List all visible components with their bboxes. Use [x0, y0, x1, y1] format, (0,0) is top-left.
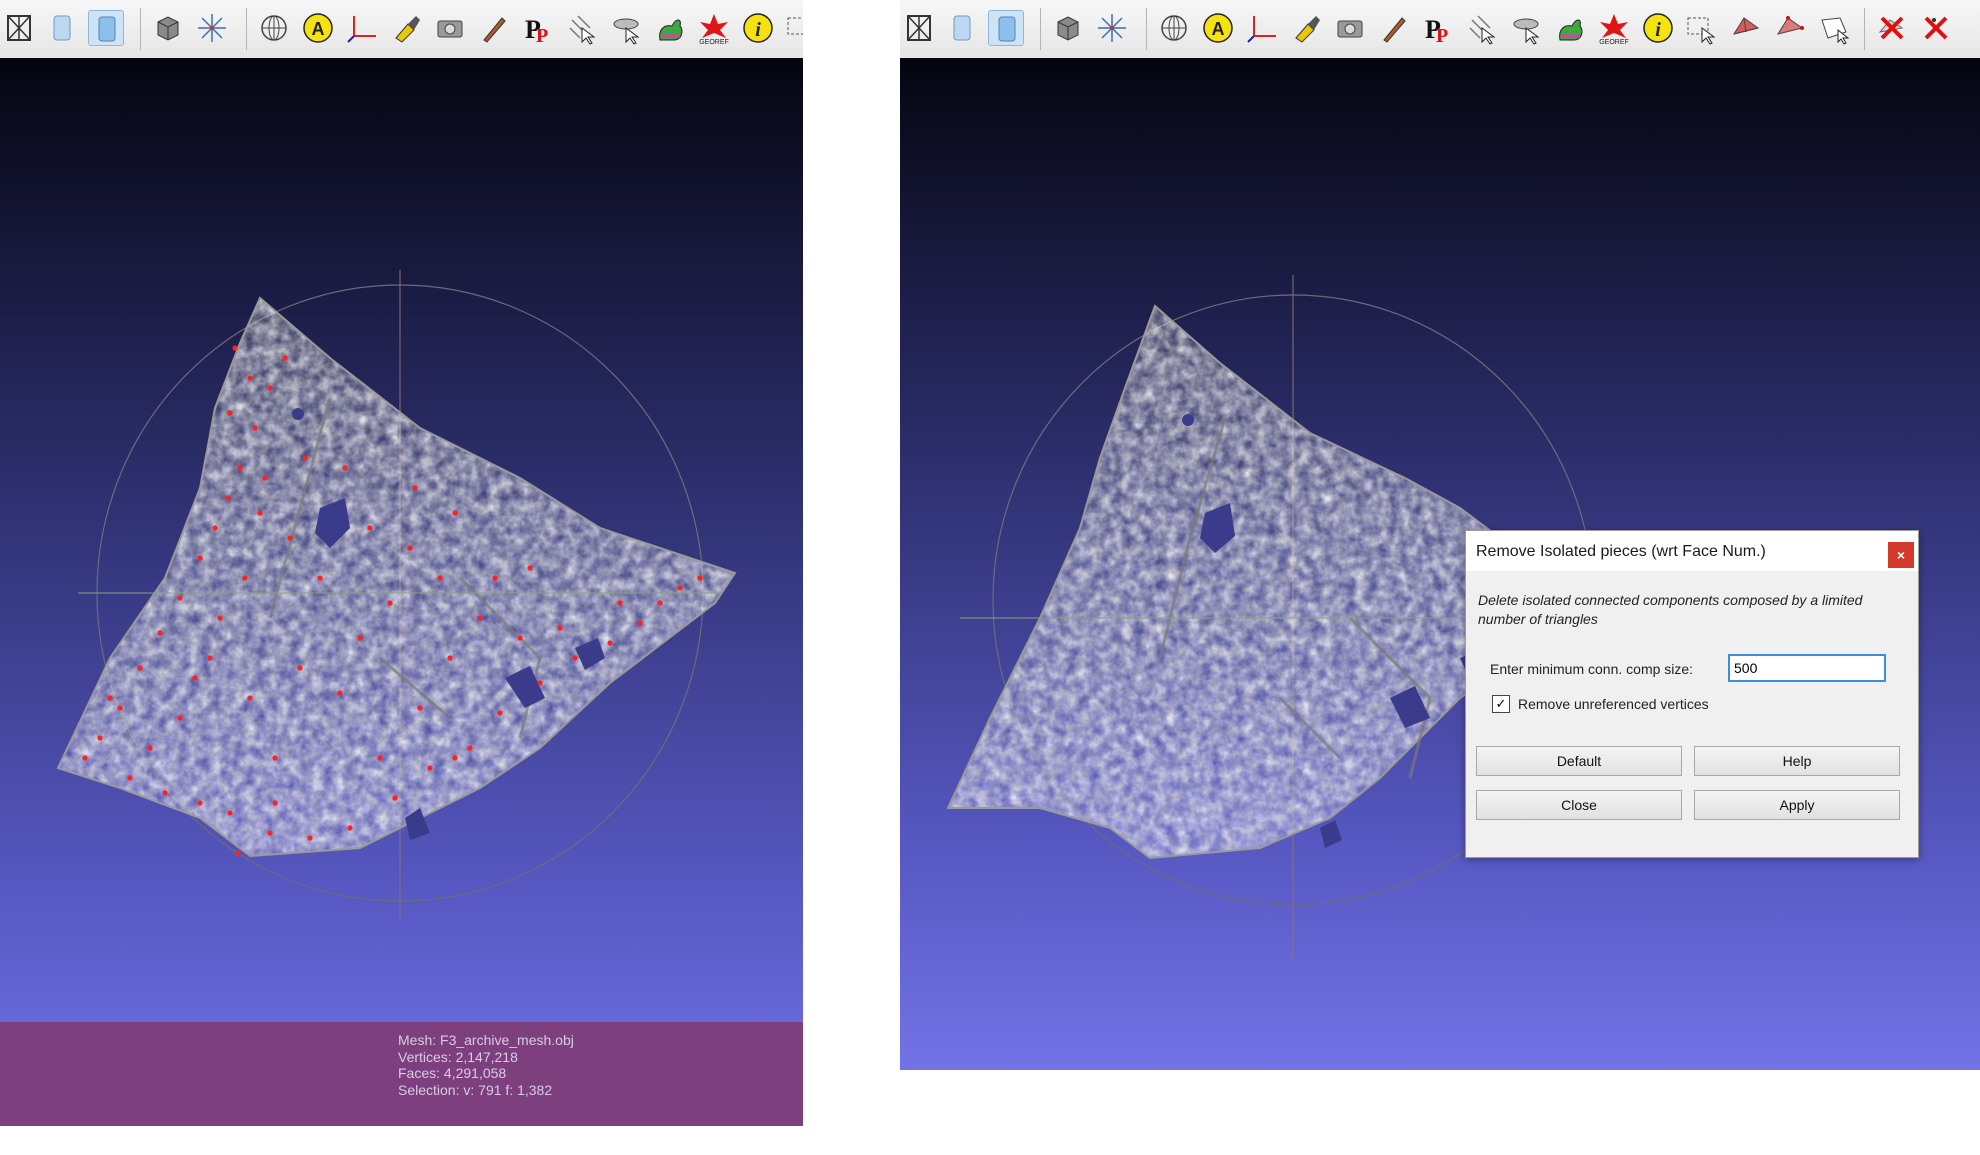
toolbar-separator [246, 8, 247, 50]
remove-unreferenced-label: Remove unreferenced vertices [1518, 696, 1709, 712]
satellite-icon[interactable] [608, 10, 644, 46]
dialog-description: Delete isolated connected components com… [1478, 592, 1863, 627]
bunny-icon[interactable] [1552, 10, 1588, 46]
mesh-surface [56, 296, 737, 858]
annotation-a-icon[interactable]: A [1200, 10, 1236, 46]
axis-icon[interactable] [1244, 10, 1280, 46]
default-button[interactable]: Default [1476, 746, 1682, 776]
toolbar-separator [1864, 8, 1865, 50]
remove-isolated-pieces-dialog: Remove Isolated pieces (wrt Face Num.) ×… [1465, 530, 1919, 858]
delete-selected-vertices-icon[interactable] [1918, 10, 1954, 46]
svg-text:A: A [1212, 19, 1225, 39]
select-vertices-icon[interactable] [1728, 10, 1764, 46]
remove-unreferenced-checkbox[interactable]: ✓ [1492, 695, 1510, 713]
info-icon[interactable]: i [1640, 10, 1676, 46]
mesh-info-text: Mesh: F3_archive_mesh.obj Vertices: 2,14… [398, 1032, 574, 1098]
svg-text:P: P [536, 25, 548, 46]
annotation-a-icon[interactable]: A [300, 10, 336, 46]
point-picker-icon[interactable] [1464, 10, 1500, 46]
toolbar-separator [140, 8, 141, 50]
face-count: Faces: 4,291,058 [398, 1065, 507, 1081]
pen-icon[interactable] [1376, 10, 1412, 46]
mesh-surface [946, 304, 1542, 860]
min-size-label: Enter minimum conn. comp size: [1490, 661, 1694, 677]
sphere-grid-icon[interactable] [256, 10, 292, 46]
select-region-icon[interactable] [1772, 10, 1808, 46]
left-toolbar: A PP GEOREF i [0, 0, 803, 59]
grid-cube-icon[interactable] [1050, 10, 1086, 46]
dialog-title: Remove Isolated pieces (wrt Face Num.) [1476, 543, 1766, 560]
georef-icon[interactable]: GEOREF [1596, 10, 1632, 46]
apply-button[interactable]: Apply [1694, 790, 1900, 820]
cylinder-icon[interactable] [44, 10, 80, 46]
paint-brush-icon[interactable] [1288, 10, 1324, 46]
pp-icon[interactable]: PP [1420, 10, 1456, 46]
info-icon[interactable]: i [740, 10, 776, 46]
georef-label: GEOREF [699, 39, 729, 46]
georef-icon[interactable]: GEOREF [696, 10, 732, 46]
select-connected-icon[interactable] [1816, 10, 1852, 46]
point-picker-icon[interactable] [564, 10, 600, 46]
axes-star-icon[interactable] [1094, 10, 1130, 46]
svg-text:i: i [1655, 19, 1661, 41]
svg-text:A: A [312, 19, 325, 39]
delete-selected-faces-icon[interactable] [1874, 10, 1910, 46]
bunny-icon[interactable] [652, 10, 688, 46]
cylinder-selected-icon[interactable] [88, 10, 124, 46]
camera-icon[interactable] [432, 10, 468, 46]
grid-cube-icon[interactable] [150, 10, 186, 46]
georef-label: GEOREF [1599, 39, 1629, 46]
close-button[interactable]: Close [1476, 790, 1682, 820]
paint-brush-icon[interactable] [388, 10, 424, 46]
cylinder-selected-icon[interactable] [988, 10, 1024, 46]
toolbar-separator [1040, 8, 1041, 50]
wireframe-cube-icon[interactable] [2, 10, 38, 46]
selection-count: Selection: v: 791 f: 1,382 [398, 1081, 553, 1098]
checkmark-icon: ✓ [1495, 696, 1507, 711]
camera-icon[interactable] [1332, 10, 1368, 46]
mesh-filename: Mesh: F3_archive_mesh.obj [398, 1032, 574, 1048]
axes-star-icon[interactable] [194, 10, 230, 46]
axis-icon[interactable] [344, 10, 380, 46]
left-meshlab-window: A PP GEOREF i Mesh: F3_archive_mesh.obj … [0, 0, 803, 1126]
cylinder-icon[interactable] [944, 10, 980, 46]
svg-text:P: P [1436, 25, 1448, 46]
select-faces-icon[interactable] [1684, 10, 1720, 46]
select-icon[interactable] [784, 10, 803, 46]
dialog-titlebar[interactable]: Remove Isolated pieces (wrt Face Num.) × [1466, 531, 1918, 571]
pen-icon[interactable] [476, 10, 512, 46]
dialog-close-icon[interactable]: × [1888, 542, 1914, 568]
svg-text:i: i [755, 19, 761, 41]
wireframe-cube-icon[interactable] [902, 10, 938, 46]
mesh-scene [56, 270, 737, 918]
satellite-icon[interactable] [1508, 10, 1544, 46]
pp-icon[interactable]: PP [520, 10, 556, 46]
vertex-count: Vertices: 2,147,218 [398, 1048, 518, 1065]
right-toolbar: A PP GEOREF i [900, 0, 1980, 59]
toolbar-separator [1146, 8, 1147, 50]
help-button[interactable]: Help [1694, 746, 1900, 776]
min-size-input[interactable] [1728, 654, 1886, 682]
sphere-grid-icon[interactable] [1156, 10, 1192, 46]
mesh-info-bar: Mesh: F3_archive_mesh.obj Vertices: 2,14… [0, 1022, 803, 1126]
left-3d-viewport[interactable]: Mesh: F3_archive_mesh.obj Vertices: 2,14… [0, 58, 803, 1126]
